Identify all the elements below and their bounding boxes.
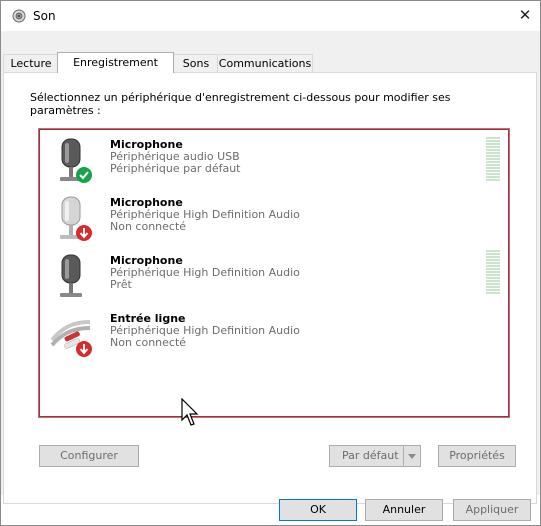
chevron-down-icon[interactable] [403,446,420,466]
microphone-icon [60,196,92,241]
device-item[interactable]: Microphone Périphérique High Definition … [50,250,500,312]
instruction-text: Sélectionnez un périphérique d'enregistr… [30,91,451,117]
tab-enregistrement[interactable]: Enregistrement [57,52,174,73]
apply-button[interactable]: Appliquer [453,499,531,521]
set-default-split-button[interactable]: Par défaut [329,445,421,467]
recording-tab-panel: Sélectionnez un périphérique d'enregistr… [3,72,537,504]
close-icon: ✕ [518,6,532,24]
level-meter [486,137,500,182]
device-status: Non connecté [110,220,187,233]
microphone-icon [60,254,82,297]
device-item[interactable]: Microphone Périphérique High Definition … [50,196,500,254]
default-check-icon [76,167,92,183]
device-status: Prêt [110,278,132,291]
cancel-button[interactable]: Annuler [365,499,443,521]
microphone-icon [60,138,92,183]
tab-sons[interactable]: Sons [173,54,219,72]
window-title: Son [33,9,56,23]
speaker-icon [12,9,26,23]
title-bar[interactable]: Son ✕ [1,1,540,31]
device-status: Non connecté [110,336,187,349]
device-status: Périphérique par défaut [110,162,241,175]
mouse-pointer-icon [181,398,199,426]
device-description: Périphérique High Definition Audio [110,266,300,279]
set-default-label: Par défaut [342,449,399,462]
ok-button[interactable]: OK [279,499,357,521]
close-button[interactable]: ✕ [510,1,540,31]
recording-device-list[interactable]: Microphone Périphérique audio USB Périph… [38,128,510,418]
dialog-body: Lecture Enregistrement Sons Communicatio… [1,31,540,504]
tab-communications[interactable]: Communications [217,54,313,72]
configure-button[interactable]: Configurer [39,445,139,467]
properties-button[interactable]: Propriétés [438,445,516,467]
device-item[interactable]: Entrée ligne Périphérique High Definitio… [50,312,500,370]
device-item[interactable]: Microphone Périphérique audio USB Périph… [50,137,500,196]
sound-dialog-window: Son ✕ Lecture Enregistrement Sons Commun… [0,0,541,526]
line-in-cable-icon [50,320,92,357]
level-meter [486,250,500,295]
tab-lecture[interactable]: Lecture [3,54,59,72]
